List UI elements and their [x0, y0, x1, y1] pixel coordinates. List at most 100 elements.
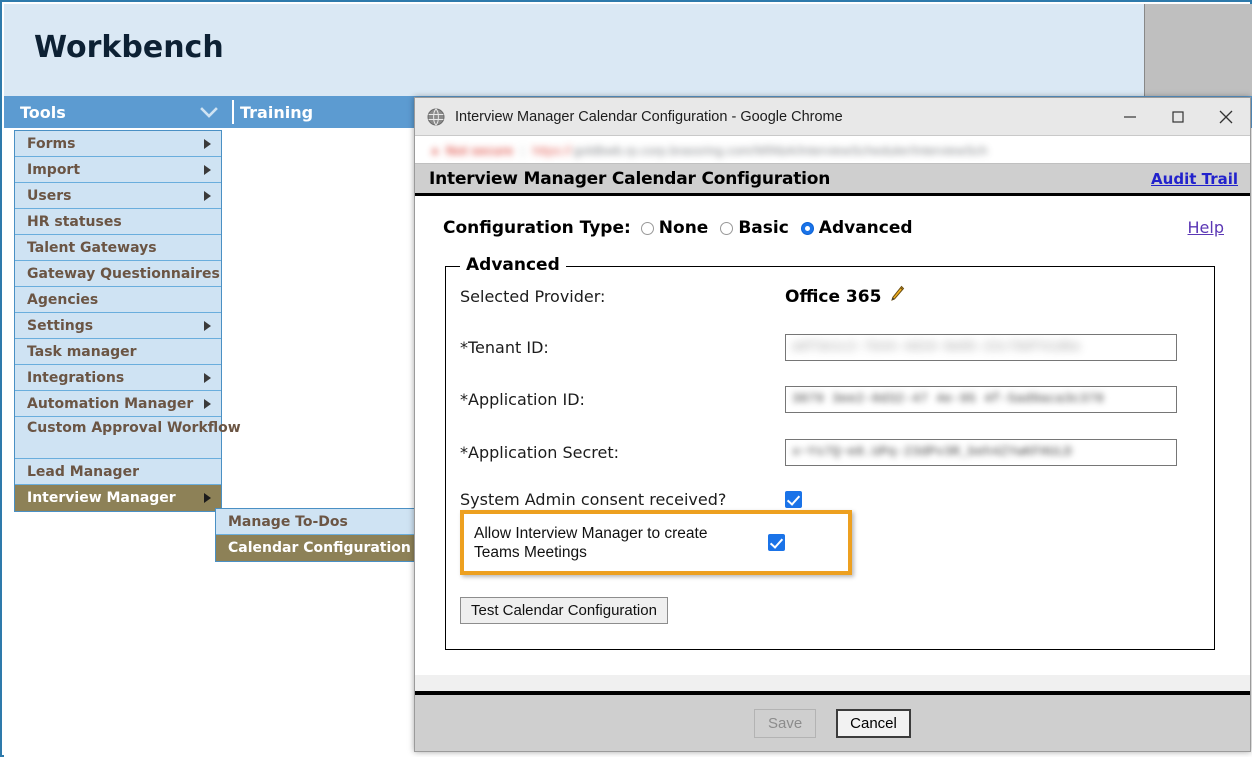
teams-meetings-label: Allow Interview Manager to create Teams … [474, 524, 708, 561]
chrome-address-bar[interactable]: ▲ Not secure | https:// goldbwb.rp.corp.… [415, 136, 1250, 164]
page-header-title: Interview Manager Calendar Configuration [429, 168, 831, 189]
menu-item-automation-manager[interactable]: Automation Manager [15, 391, 221, 417]
menu-item-hr-statuses[interactable]: HR statuses [15, 209, 221, 235]
teams-meetings-checkbox[interactable] [768, 534, 785, 551]
tenant-id-label: *Tenant ID: [460, 338, 549, 357]
tenant-id-input[interactable]: a6f3e1c2-7b44-4d19-9e05-22c7b8f41d6a [785, 334, 1177, 361]
menu-item-label: HR statuses [27, 213, 122, 230]
submenu-arrow-icon [204, 164, 211, 175]
cancel-button[interactable]: Cancel [836, 708, 911, 738]
menu-item-label: Import [27, 161, 81, 178]
submenu-item-label: Manage To-Dos [228, 513, 348, 530]
system-admin-consent-label: System Admin consent received? [460, 490, 727, 509]
application-id-input[interactable]: 3879 3ee2-0d32-47 4e-95 4f-5ad9aca3c378 [785, 386, 1177, 413]
menu-item-label: Talent Gateways [27, 239, 157, 256]
menu-item-label: Agencies [27, 291, 99, 308]
audit-trail-link[interactable]: Audit Trail [1151, 170, 1238, 188]
tenant-id-row: *Tenant ID: a6f3e1c2-7b44-4d19-9e05-22c7… [460, 334, 1204, 361]
radio-basic-label: Basic [738, 218, 789, 238]
menu-item-label: Custom Approval Workflow [27, 420, 241, 436]
window-controls [1106, 98, 1250, 136]
menubar-divider [232, 100, 234, 124]
maximize-icon[interactable] [1154, 98, 1202, 136]
chrome-window-title: Interview Manager Calendar Configuration… [455, 108, 843, 125]
tenant-id-value: a6f3e1c2-7b44-4d19-9e05-22c7b8f41d6a [792, 339, 1081, 354]
menu-item-agencies[interactable]: Agencies [15, 287, 221, 313]
help-link[interactable]: Help [1188, 218, 1224, 237]
configuration-type-label: Configuration Type: [443, 218, 631, 238]
submenu-arrow-icon [204, 138, 211, 149]
selected-provider-value-group: Office 365 [785, 285, 905, 308]
menu-item-integrations[interactable]: Integrations [15, 365, 221, 391]
close-icon[interactable] [1202, 98, 1250, 136]
submenu-arrow-icon [204, 372, 211, 383]
menu-item-label: Gateway Questionnaires [27, 265, 220, 282]
advanced-fieldset-legend: Advanced [460, 255, 566, 275]
menu-item-users[interactable]: Users [15, 183, 221, 209]
menu-item-label: Task manager [27, 343, 137, 360]
menu-item-label: Lead Manager [27, 463, 139, 480]
header-right-placeholder [1144, 4, 1252, 96]
menu-item-forms[interactable]: Forms [15, 131, 221, 157]
menu-item-task-manager[interactable]: Task manager [15, 339, 221, 365]
menubar-tools-label: Tools [20, 102, 66, 122]
radio-option-basic[interactable]: Basic [720, 218, 789, 238]
menu-item-label: Settings [27, 317, 94, 334]
chrome-titlebar[interactable]: Interview Manager Calendar Configuration… [415, 98, 1250, 136]
radio-option-advanced[interactable]: Advanced [800, 218, 913, 238]
selected-provider-label: Selected Provider: [460, 287, 606, 306]
radio-none-label: None [658, 218, 709, 238]
menu-item-label: Integrations [27, 369, 125, 386]
submenu-arrow-icon [204, 493, 211, 503]
address-divider: | [521, 142, 525, 158]
teams-meetings-highlight-box: Allow Interview Manager to create Teams … [460, 510, 852, 575]
chrome-browser-window: Interview Manager Calendar Configuration… [414, 97, 1251, 752]
submenu-arrow-icon [204, 320, 211, 331]
menubar-item-tools[interactable]: Tools [4, 96, 232, 128]
menu-item-label: Automation Manager [27, 395, 194, 412]
dialog-footer: Save Cancel [415, 691, 1250, 751]
radio-option-none[interactable]: None [640, 218, 709, 238]
application-secret-row: *Application Secret: x~Ys7Q~e8.UPq-23dPv… [460, 439, 1204, 466]
address-bar-content: ▲ Not secure | https:// goldbwb.rp.corp.… [429, 140, 1129, 160]
menu-item-gateway-questionnaires[interactable]: Gateway Questionnaires [15, 261, 221, 287]
radio-advanced-label: Advanced [818, 218, 913, 238]
test-calendar-configuration-button[interactable]: Test Calendar Configuration [460, 597, 668, 624]
minimize-icon[interactable] [1106, 98, 1154, 136]
application-secret-input[interactable]: x~Ys7Q~e8.UPq-23dPv3R_beh4ZYwKFHULD [785, 439, 1177, 466]
security-status-label: Not secure [445, 142, 514, 158]
menu-item-custom-approval-workflow[interactable]: Custom Approval Workflow [15, 417, 241, 459]
application-secret-value: x~Ys7Q~e8.UPq-23dPv3R_beh4ZYwKFHULD [792, 444, 1073, 459]
tools-dropdown-menu: Forms Import Users HR statuses Talent Ga… [14, 130, 241, 512]
submenu-item-calendar-configuration[interactable]: Calendar Configuration [216, 535, 416, 561]
page-title: Workbench [34, 30, 224, 65]
page-header-bar: Interview Manager Calendar Configuration… [415, 164, 1250, 196]
menu-item-interview-manager[interactable]: Interview Manager [15, 485, 221, 511]
system-admin-consent-row: System Admin consent received? [460, 490, 1204, 509]
workbench-header: Workbench [4, 4, 1144, 96]
selected-provider-value: Office 365 [785, 286, 882, 307]
menu-item-talent-gateways[interactable]: Talent Gateways [15, 235, 221, 261]
menubar-training-label: Training [240, 102, 314, 122]
radio-advanced-input[interactable] [800, 221, 814, 235]
warning-icon: ▲ [429, 143, 441, 157]
page-content: Configuration Type: None Basic Advanced … [415, 196, 1250, 675]
configuration-type-row: Configuration Type: None Basic Advanced [443, 218, 1236, 238]
url-text: goldbwb.rp.corp.brassring.com/WfAbA/Inte… [573, 142, 988, 158]
menu-item-settings[interactable]: Settings [15, 313, 221, 339]
submenu-arrow-icon [204, 190, 211, 201]
submenu-item-manage-to-dos[interactable]: Manage To-Dos [216, 509, 416, 535]
globe-icon [427, 108, 445, 126]
pencil-icon[interactable] [889, 285, 905, 308]
application-id-row: *Application ID: 3879 3ee2-0d32-47 4e-95… [460, 386, 1204, 413]
application-id-label: *Application ID: [460, 390, 585, 409]
save-button[interactable]: Save [754, 708, 817, 738]
radio-none-input[interactable] [640, 221, 654, 235]
application-secret-label: *Application Secret: [460, 443, 620, 462]
menu-item-lead-manager[interactable]: Lead Manager [15, 459, 221, 485]
menubar-item-training[interactable]: Training [240, 96, 313, 128]
menu-item-import[interactable]: Import [15, 157, 221, 183]
application-id-value: 3879 3ee2-0d32-47 4e-95 4f-5ad9aca3c378 [792, 391, 1105, 406]
radio-basic-input[interactable] [720, 221, 734, 235]
system-admin-consent-checkbox[interactable] [785, 491, 802, 508]
